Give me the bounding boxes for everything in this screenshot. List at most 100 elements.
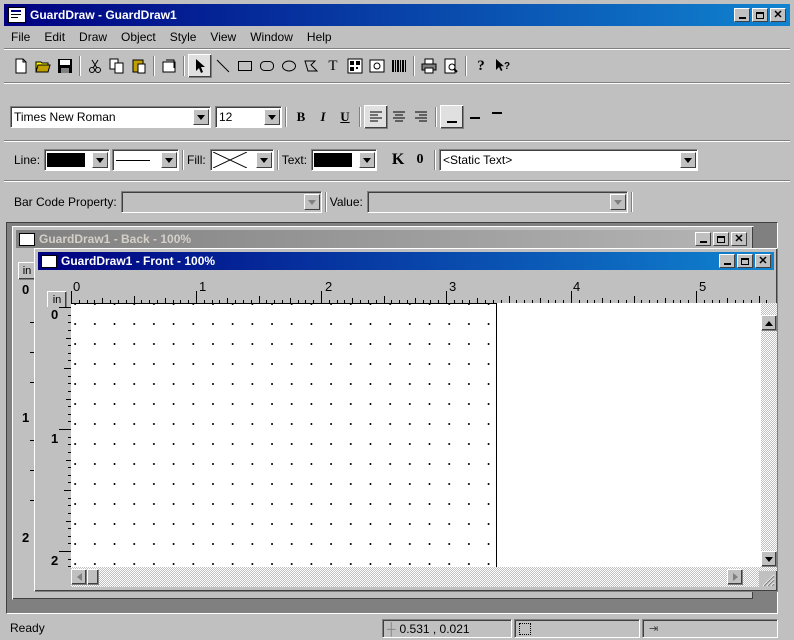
ruler-label: 1 — [51, 431, 59, 446]
maximize-button[interactable] — [737, 254, 753, 268]
chevron-down-icon[interactable] — [193, 109, 209, 125]
main-toolbar: T ? ? — [10, 51, 780, 81]
rounded-rectangle-icon[interactable] — [256, 55, 278, 77]
fill-select[interactable] — [209, 149, 274, 171]
menu-window[interactable]: Window — [243, 27, 300, 47]
copy-icon[interactable] — [106, 55, 128, 77]
front-horizontal-ruler: 0 1 2 3 4 5 — [71, 273, 771, 303]
scroll-thumb[interactable] — [87, 569, 99, 585]
open-folder-icon[interactable] — [32, 55, 54, 77]
chevron-down-icon[interactable] — [92, 152, 109, 168]
close-icon: ✕ — [758, 255, 768, 267]
ellipse-icon[interactable] — [278, 55, 300, 77]
app-icon — [8, 7, 26, 23]
minimize-button[interactable] — [734, 8, 750, 22]
menu-file[interactable]: File — [4, 27, 37, 47]
italic-button[interactable]: I — [312, 106, 334, 128]
print-preview-icon[interactable] — [440, 55, 462, 77]
new-file-icon[interactable] — [10, 55, 32, 77]
font-select[interactable]: Times New Roman — [10, 106, 211, 128]
menu-edit[interactable]: Edit — [37, 27, 72, 47]
underline-button[interactable]: U — [334, 106, 356, 128]
menu-object[interactable]: Object — [114, 27, 163, 47]
cut-icon[interactable] — [84, 55, 106, 77]
context-help-icon[interactable]: ? — [492, 55, 514, 77]
k-button[interactable]: K — [387, 149, 409, 171]
line-style-select[interactable] — [112, 149, 180, 171]
rectangle-icon[interactable] — [234, 55, 256, 77]
chevron-down-icon[interactable] — [161, 152, 178, 168]
chevron-down-icon[interactable] — [359, 152, 376, 168]
close-button[interactable]: ✕ — [731, 232, 747, 246]
front-window-title-bar[interactable]: GuardDraw1 - Front - 100% ✕ — [38, 252, 774, 270]
close-icon: ✕ — [773, 9, 783, 21]
front-vertical-ruler: 0 1 2 — [47, 307, 71, 571]
valign-bottom-icon[interactable] — [440, 105, 464, 129]
maximize-button[interactable] — [752, 8, 768, 22]
maximize-button[interactable] — [713, 232, 729, 246]
properties-icon[interactable] — [158, 55, 180, 77]
status-extra-pane: ⇥ — [642, 619, 778, 638]
text-color-select[interactable] — [311, 149, 378, 171]
menu-view[interactable]: View — [203, 27, 243, 47]
main-title-bar[interactable]: GuardDraw - GuardDraw1 ✕ — [4, 4, 790, 26]
back-window-title: GuardDraw1 - Back - 100% — [39, 232, 192, 246]
chevron-down-icon[interactable] — [255, 152, 272, 168]
maximize-icon — [756, 11, 764, 19]
scroll-right-button[interactable] — [727, 569, 743, 585]
help-icon[interactable]: ? — [470, 55, 492, 77]
barcode-value-select[interactable] — [366, 191, 628, 213]
chevron-down-icon[interactable] — [680, 152, 697, 168]
chevron-down-icon[interactable] — [303, 194, 320, 210]
zero-button[interactable]: 0 — [409, 149, 431, 171]
value-label: Value: — [329, 195, 363, 209]
line-icon[interactable] — [212, 55, 234, 77]
menu-draw[interactable]: Draw — [72, 27, 114, 47]
barcode-image-icon[interactable] — [344, 55, 366, 77]
ruler-label: 1 — [199, 279, 207, 294]
front-document-window[interactable]: GuardDraw1 - Front - 100% ✕ in 0 1 2 3 4… — [34, 248, 778, 592]
barcode-icon[interactable] — [388, 55, 410, 77]
drawing-canvas[interactable] — [71, 303, 761, 567]
pointer-icon[interactable] — [188, 54, 212, 78]
barcode-property-select[interactable] — [120, 191, 322, 213]
valign-top-icon[interactable] — [486, 106, 508, 128]
chevron-down-icon[interactable] — [609, 194, 626, 210]
back-window-title-bar[interactable]: GuardDraw1 - Back - 100% ✕ — [16, 230, 750, 248]
minimize-button[interactable] — [695, 232, 711, 246]
valign-middle-icon[interactable] — [464, 106, 486, 128]
scroll-up-button[interactable] — [761, 315, 777, 331]
align-right-icon[interactable] — [410, 106, 432, 128]
arrow-up-icon — [765, 320, 773, 326]
print-icon[interactable] — [418, 55, 440, 77]
chevron-down-icon[interactable] — [264, 109, 280, 125]
cursor-coords: 0.531 , 0.021 — [399, 621, 470, 636]
menu-style[interactable]: Style — [163, 27, 204, 47]
bold-button[interactable]: B — [290, 106, 312, 128]
minimize-button[interactable] — [719, 254, 735, 268]
line-color-select[interactable] — [44, 149, 111, 171]
close-button[interactable]: ✕ — [770, 8, 786, 22]
static-text-select[interactable]: <Static Text> — [439, 149, 699, 171]
align-center-icon[interactable] — [388, 106, 410, 128]
size-grip-icon[interactable] — [759, 571, 775, 587]
align-left-icon[interactable] — [364, 105, 388, 129]
svg-text:?: ? — [504, 61, 510, 72]
save-icon[interactable] — [54, 55, 76, 77]
horizontal-scrollbar[interactable] — [71, 567, 761, 587]
align-grid-icon: ⇥ — [649, 623, 659, 635]
polygon-icon[interactable] — [300, 55, 322, 77]
font-size-select[interactable]: 12 — [215, 106, 282, 128]
close-button[interactable]: ✕ — [755, 254, 771, 268]
scroll-left-button[interactable] — [71, 569, 87, 585]
vertical-scrollbar[interactable] — [761, 303, 777, 571]
close-icon: ✕ — [734, 233, 744, 245]
scroll-down-button[interactable] — [761, 551, 777, 567]
format-toolbar: Times New Roman 12 B I U — [10, 105, 570, 129]
paste-icon[interactable] — [128, 55, 150, 77]
menu-help[interactable]: Help — [300, 27, 339, 47]
picture-icon[interactable] — [366, 55, 388, 77]
barcode-toolbar: Bar Code Property: Value: — [14, 190, 734, 214]
document-icon — [19, 232, 35, 246]
text-icon[interactable]: T — [322, 55, 344, 77]
